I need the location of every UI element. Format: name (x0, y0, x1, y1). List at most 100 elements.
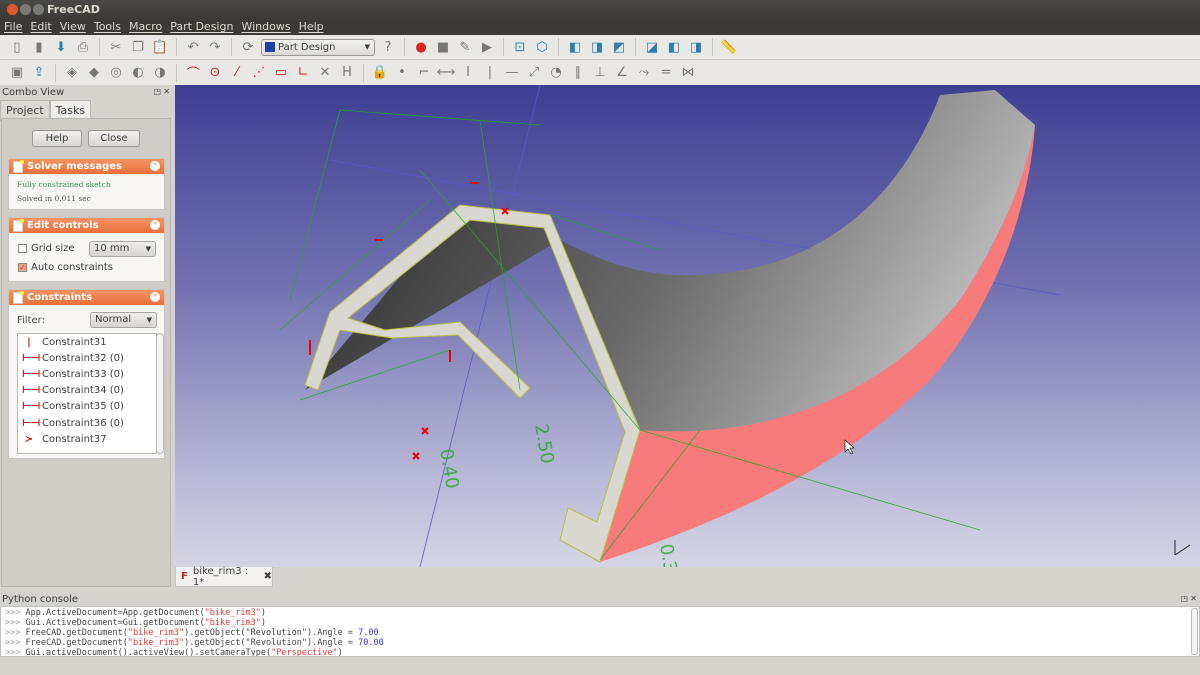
groove-icon[interactable]: ◐ (129, 64, 147, 82)
perpendicular-constraint-icon[interactable]: ⊥ (591, 64, 609, 82)
window-title: FreeCAD (47, 3, 100, 16)
radius-constraint-icon[interactable]: ◔ (547, 64, 565, 82)
float-panel-icon[interactable]: ◳ (1180, 594, 1188, 603)
fillet-icon[interactable]: ◑ (151, 64, 169, 82)
menu-help[interactable]: Help (295, 19, 328, 35)
float-panel-icon[interactable]: ◳ (153, 87, 161, 96)
polyline-icon[interactable]: ⋰ (250, 64, 268, 82)
trim-icon[interactable]: ✕ (316, 64, 334, 82)
lock-constraint-icon[interactable]: 🔒 (371, 64, 389, 82)
vertical-constraint-icon[interactable]: | (481, 64, 499, 82)
auto-constraints-checkbox[interactable]: ✓ Auto constraints (18, 262, 113, 273)
fillet-sketch-icon[interactable]: ∟ (294, 64, 312, 82)
new-sketch-icon[interactable]: ▣ (8, 64, 26, 82)
stop-macro-icon[interactable]: ■ (434, 38, 452, 56)
cut-icon[interactable]: ✂ (107, 38, 125, 56)
save-icon[interactable]: ⬇ (52, 38, 70, 56)
horizontal-distance-icon[interactable]: ⟷ (437, 64, 456, 82)
circle-icon[interactable]: ⊙ (206, 64, 224, 82)
console-line: >>> Gui.activeDocument().activeView().se… (5, 648, 343, 657)
menu-file[interactable]: File (0, 19, 26, 35)
rear-view-icon[interactable]: ◪ (643, 38, 661, 56)
menu-tools[interactable]: Tools (90, 19, 125, 35)
help-button[interactable]: Help (32, 130, 82, 147)
3d-viewport[interactable]: 0.40 2.50 0.37 (175, 85, 1200, 567)
grid-size-select[interactable]: 10 mm ▼ (89, 241, 156, 257)
right-view-icon[interactable]: ◩ (610, 38, 628, 56)
list-item[interactable]: ⊢⊣ Constraint33 (0) (18, 366, 156, 382)
bottom-view-icon[interactable]: ◧ (665, 38, 683, 56)
vertical-distance-icon[interactable]: Ι (459, 64, 477, 82)
paste-icon[interactable]: 📋 (151, 38, 169, 56)
list-item[interactable]: | Constraint31 (18, 334, 156, 350)
menu-part-design[interactable]: Part Design (166, 19, 237, 35)
copy-icon[interactable]: ❐ (129, 38, 147, 56)
equal-constraint-icon[interactable]: = (657, 64, 675, 82)
document-tab[interactable]: F bike_rim3 : 1* ✖ (175, 566, 273, 588)
solver-messages-header[interactable]: Solver messages ⌃ (9, 159, 164, 174)
menu-view[interactable]: View (56, 19, 90, 35)
grid-size-checkbox[interactable]: Grid size (18, 243, 75, 254)
solver-status: Fully constrained sketch (17, 180, 111, 189)
left-view-icon[interactable]: ◨ (687, 38, 705, 56)
horizontal-constraint-icon[interactable]: — (503, 64, 521, 82)
redo-icon[interactable]: ↷ (206, 38, 224, 56)
revolution-icon[interactable]: ◎ (107, 64, 125, 82)
constraints-scrollbar[interactable] (156, 333, 164, 454)
point-on-object-icon[interactable]: ⌐ (415, 64, 433, 82)
angle-constraint-icon[interactable]: ∠ (613, 64, 631, 82)
collapse-icon[interactable]: ⌃ (150, 292, 160, 302)
undo-icon[interactable]: ↶ (184, 38, 202, 56)
pad-icon[interactable]: ◈ (63, 64, 81, 82)
menu-edit[interactable]: Edit (26, 19, 55, 35)
list-item[interactable]: ⊢⊣ Constraint35 (0) (18, 399, 156, 415)
close-panel-icon[interactable]: ✕ (1190, 594, 1197, 603)
arc-icon[interactable]: ⌒ (184, 64, 202, 82)
axonometric-view-icon[interactable]: ⬡ (533, 38, 551, 56)
constraints-header[interactable]: Constraints ⌃ (9, 290, 164, 305)
run-macro-icon[interactable]: ▶ (478, 38, 496, 56)
close-window-button[interactable] (7, 4, 18, 15)
filter-select[interactable]: Normal ▼ (90, 312, 157, 328)
leave-sketch-icon[interactable]: ⇪ (30, 64, 48, 82)
front-view-icon[interactable]: ◧ (566, 38, 584, 56)
rim-model: 0.40 2.50 0.37 (279, 85, 1191, 567)
symmetric-constraint-icon[interactable]: ⋈ (679, 64, 697, 82)
parallel-constraint-icon[interactable]: ∥ (569, 64, 587, 82)
refresh-icon[interactable]: ⟳ (239, 38, 257, 56)
record-macro-icon[interactable]: ● (412, 38, 430, 56)
list-item[interactable]: ⊢⊣ Constraint32 (0) (18, 350, 156, 366)
close-panel-icon[interactable]: ✕ (163, 87, 170, 96)
collapse-icon[interactable]: ⌃ (150, 220, 160, 230)
workbench-selector[interactable]: Part Design ▼ (261, 38, 375, 56)
edit-controls-header[interactable]: Edit controls ⌃ (9, 218, 164, 233)
top-view-icon[interactable]: ◨ (588, 38, 606, 56)
menu-windows[interactable]: Windows (237, 19, 294, 35)
line-icon[interactable]: ⁄ (228, 64, 246, 82)
console-line: >>> FreeCAD.getDocument("bike_rim3").get… (5, 638, 384, 648)
distance-constraint-icon[interactable]: ⤢ (525, 64, 543, 82)
close-button[interactable]: Close (88, 130, 140, 147)
whats-this-icon[interactable]: ? (379, 38, 397, 56)
list-item[interactable]: ⊢⊣ Constraint36 (0) (18, 415, 156, 431)
list-item[interactable]: ≻ Constraint37 (18, 431, 156, 447)
measure-icon[interactable]: 📏 (720, 38, 738, 56)
coincident-constraint-icon[interactable]: • (393, 64, 411, 82)
maximize-window-button[interactable] (33, 4, 44, 15)
external-geometry-icon[interactable]: H (338, 64, 356, 82)
tangent-constraint-icon[interactable]: ⤳ (635, 64, 653, 82)
fit-all-icon[interactable]: ⊡ (511, 38, 529, 56)
collapse-icon[interactable]: ⌃ (150, 161, 160, 171)
rectangle-icon[interactable]: ▭ (272, 64, 290, 82)
edit-macro-icon[interactable]: ✎ (456, 38, 474, 56)
minimize-window-button[interactable] (20, 4, 31, 15)
python-console[interactable]: >>> App.ActiveDocument=App.getDocument("… (0, 606, 1200, 657)
close-tab-icon[interactable]: ✖ (264, 571, 272, 582)
menu-macro[interactable]: Macro (125, 19, 166, 35)
new-file-icon[interactable]: ▯ (8, 38, 26, 56)
pocket-icon[interactable]: ◆ (85, 64, 103, 82)
open-file-icon[interactable]: ▮ (30, 38, 48, 56)
list-item[interactable]: ⊢⊣ Constraint34 (0) (18, 383, 156, 399)
print-icon[interactable]: ⎙ (74, 38, 92, 56)
console-scrollbar[interactable] (1191, 608, 1198, 655)
